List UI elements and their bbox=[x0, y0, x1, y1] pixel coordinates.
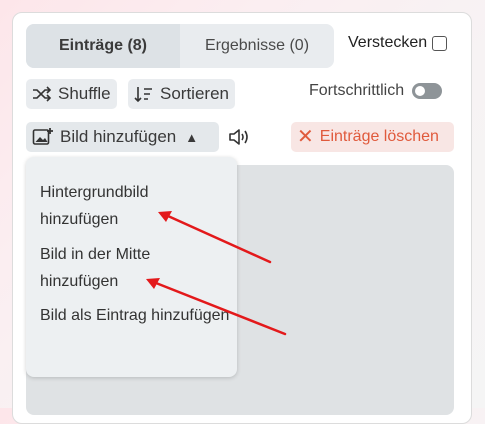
speaker-icon bbox=[229, 129, 248, 145]
advanced-label: Fortschrittlich bbox=[309, 82, 405, 99]
tab-entries[interactable]: Einträge (8) bbox=[26, 24, 180, 68]
add-image-label: Bild hinzufügen bbox=[60, 127, 177, 146]
advanced-switch[interactable] bbox=[412, 83, 443, 99]
sort-icon bbox=[134, 87, 152, 103]
delete-label: Einträge löschen bbox=[319, 128, 439, 145]
shuffle-label: Shuffle bbox=[58, 84, 111, 103]
hide-label: Verstecken bbox=[348, 34, 428, 51]
switch-knob bbox=[415, 86, 426, 96]
add-image-icon bbox=[32, 128, 53, 145]
shuffle-icon bbox=[33, 86, 52, 102]
sort-button[interactable]: Sortieren bbox=[128, 79, 235, 109]
close-icon: ✕ bbox=[297, 126, 314, 148]
menu-item-center-image[interactable]: Bild in der Mitte hinzufügen bbox=[40, 241, 230, 295]
hide-toggle[interactable]: Verstecken bbox=[348, 34, 448, 52]
menu-item-image-as-entry[interactable]: Bild als Eintrag hinzufügen bbox=[40, 302, 230, 329]
caret-up-icon: ▲ bbox=[185, 129, 199, 145]
shuffle-button[interactable]: Shuffle bbox=[26, 79, 117, 109]
delete-entries-button[interactable]: ✕ Einträge löschen bbox=[291, 122, 454, 152]
sort-label: Sortieren bbox=[160, 84, 229, 103]
menu-item-background-image[interactable]: Hintergrundbild hinzufügen bbox=[40, 179, 230, 233]
tab-bar: Einträge (8) Ergebnisse (0) bbox=[26, 24, 334, 68]
add-image-button[interactable]: Bild hinzufügen ▲ bbox=[26, 122, 219, 152]
add-image-menu: Hintergrundbild hinzufügen Bild in der M… bbox=[26, 157, 237, 377]
sound-button[interactable] bbox=[228, 127, 250, 152]
hide-checkbox[interactable] bbox=[432, 35, 448, 51]
tab-results[interactable]: Ergebnisse (0) bbox=[180, 24, 334, 68]
advanced-toggle[interactable]: Fortschrittlich bbox=[309, 82, 443, 100]
